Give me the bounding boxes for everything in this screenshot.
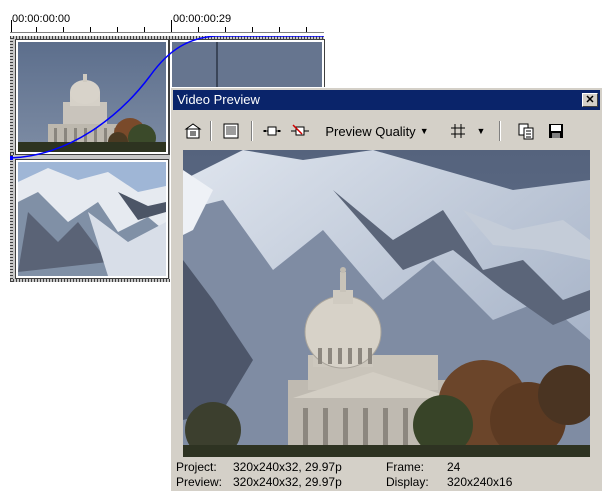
video-frame-image — [183, 150, 590, 457]
ruler-tick — [306, 27, 307, 32]
chevron-down-icon: ▼ — [476, 126, 486, 136]
video-frame-display[interactable] — [183, 150, 590, 457]
toolbar-separator — [499, 121, 501, 141]
frame-value: 24 — [447, 460, 461, 474]
split-screen-button[interactable] — [261, 120, 283, 142]
ruler-tick — [171, 20, 172, 32]
ruler-tick — [225, 27, 226, 32]
preview-quality-label: Preview Quality — [325, 123, 416, 139]
ruler-tick — [90, 27, 91, 32]
ruler-tick — [144, 27, 145, 32]
project-label: Project: — [176, 460, 217, 474]
preview-label: Preview: — [176, 475, 223, 489]
overlay-grid-dropdown[interactable]: ▼ — [445, 120, 489, 142]
preview-toolbar: Preview Quality ▼ ▼ — [173, 112, 600, 148]
split-screen-off-icon — [291, 124, 309, 136]
copy-snapshot-button[interactable] — [515, 120, 537, 142]
display-value: 320x240x16 — [447, 475, 513, 489]
toolbar-separator — [251, 121, 253, 141]
timecode-end: 00:00:00:29 — [173, 13, 232, 25]
overlay-grid-icon — [450, 124, 465, 138]
window-title: Video Preview — [177, 92, 260, 107]
preview-quality-dropdown[interactable]: Preview Quality ▼ — [319, 120, 435, 142]
external-monitor-icon — [223, 123, 239, 139]
properties-button[interactable] — [183, 120, 203, 142]
ruler-tick — [252, 27, 253, 32]
save-snapshot-icon — [549, 124, 563, 138]
status-readout: Project: 320x240x32, 29.97p Frame: 24 Pr… — [171, 459, 602, 491]
split-screen-off-button[interactable] — [289, 120, 311, 142]
frame-label: Frame: — [386, 460, 425, 474]
external-monitor-button[interactable] — [221, 120, 241, 142]
display-label: Display: — [386, 475, 429, 489]
ruler-tick — [117, 27, 118, 32]
timecode-start: 00:00:00:00 — [12, 13, 71, 25]
ruler-tick — [198, 27, 199, 32]
ruler-tick — [36, 27, 37, 32]
save-snapshot-button[interactable] — [545, 120, 567, 142]
preview-value: 320x240x32, 29.97p — [233, 475, 342, 489]
copy-snapshot-icon — [518, 123, 534, 140]
chevron-down-icon: ▼ — [419, 126, 429, 136]
ruler-tick — [11, 20, 12, 32]
toolbar-separator — [210, 121, 212, 141]
properties-icon — [184, 123, 202, 139]
ruler-tick — [279, 27, 280, 32]
ruler-tick — [63, 27, 64, 32]
project-value: 320x240x32, 29.97p — [233, 460, 342, 474]
video-preview-window: Video Preview ✕ Preview Quality ▼ ▼ Proj… — [170, 87, 602, 491]
split-screen-icon — [263, 126, 281, 136]
title-bar[interactable]: Video Preview ✕ — [173, 90, 600, 110]
time-ruler[interactable]: 00:00:00:00 00:00:00:29 — [10, 8, 324, 33]
close-button[interactable]: ✕ — [582, 93, 598, 107]
